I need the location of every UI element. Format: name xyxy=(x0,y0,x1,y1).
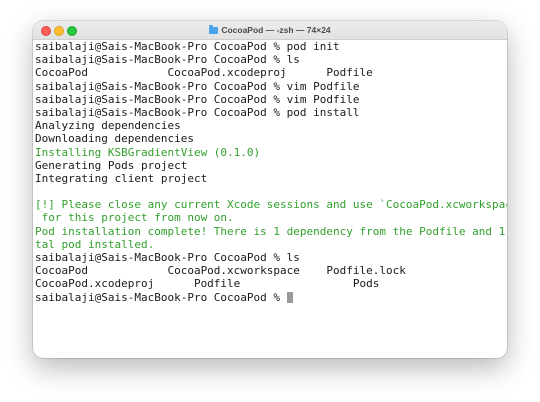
window-title-text: CocoaPod — -zsh — 74×24 xyxy=(221,25,331,35)
title-bar[interactable]: CocoaPod — -zsh — 74×24 xyxy=(33,21,507,40)
terminal-output[interactable]: saibalaji@Sais-MacBook-Pro CocoaPod % po… xyxy=(35,40,507,358)
terminal-window[interactable]: CocoaPod — -zsh — 74×24 saibalaji@Sais-M… xyxy=(33,21,507,358)
terminal-line: Generating Pods project xyxy=(35,158,188,172)
terminal-line: [!] Please close any current Xcode sessi… xyxy=(35,198,507,212)
terminal-line: saibalaji@Sais-MacBook-Pro CocoaPod % po… xyxy=(35,105,360,119)
prompt-text: saibalaji@Sais-MacBook-Pro CocoaPod % xyxy=(35,290,287,304)
terminal-line: tal pod installed. xyxy=(35,237,155,251)
terminal-line: saibalaji@Sais-MacBook-Pro CocoaPod % ls xyxy=(35,53,300,67)
terminal-line: Pod installation complete! There is 1 de… xyxy=(35,224,507,238)
terminal-line: CocoaPod CocoaPod.xcodeproj Podfile xyxy=(35,66,373,80)
terminal-line: Installing KSBGradientView (0.1.0) xyxy=(35,145,261,159)
folder-icon xyxy=(209,24,219,34)
terminal-line: saibalaji@Sais-MacBook-Pro CocoaPod % vi… xyxy=(35,92,360,106)
terminal-line: Analyzing dependencies xyxy=(35,119,181,133)
terminal-line: saibalaji@Sais-MacBook-Pro CocoaPod % ls xyxy=(35,251,300,264)
terminal-line: Integrating client project xyxy=(35,171,208,185)
terminal-line: saibalaji@Sais-MacBook-Pro CocoaPod % vi… xyxy=(35,79,360,93)
text-cursor xyxy=(286,291,293,303)
terminal-line: Downloading dependencies xyxy=(35,132,194,146)
terminal-line: for this project from now on. xyxy=(35,211,234,225)
terminal-line: saibalaji@Sais-MacBook-Pro CocoaPod % po… xyxy=(35,40,340,53)
prompt-line[interactable]: saibalaji@Sais-MacBook-Pro CocoaPod % xyxy=(35,291,505,304)
terminal-line: CocoaPod.xcodeproj Podfile Pods xyxy=(35,277,380,291)
window-title: CocoaPod — -zsh — 74×24 xyxy=(33,21,507,39)
terminal-line: CocoaPod CocoaPod.xcworkspace Podfile.lo… xyxy=(35,264,406,278)
